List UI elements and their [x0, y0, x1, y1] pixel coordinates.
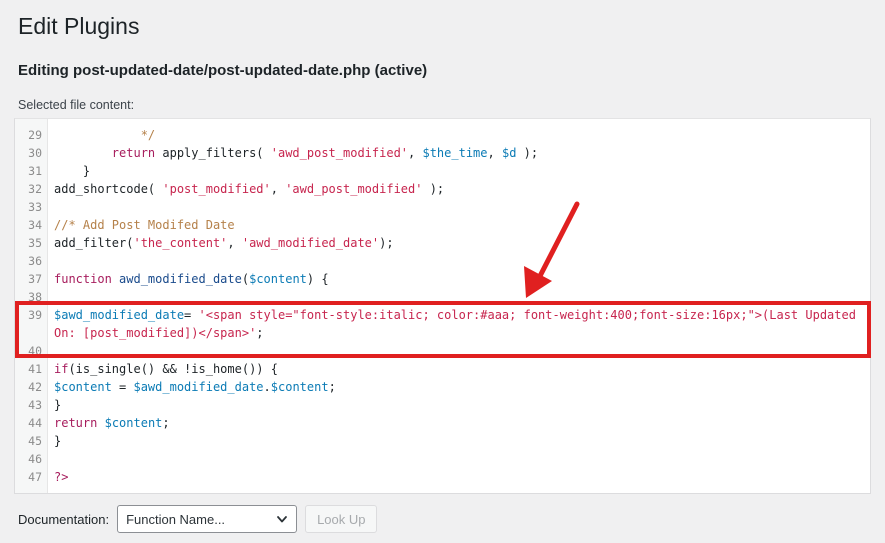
line-number: 44 — [28, 416, 42, 430]
code-token: $content — [270, 380, 329, 394]
code-token: . — [263, 380, 271, 394]
code-token: awd_modified_date — [119, 272, 242, 286]
line-number: 43 — [28, 398, 42, 412]
edit-plugins-page: Edit Plugins Editing post-updated-date/p… — [0, 0, 885, 543]
code-token: $awd_modified_date — [54, 308, 185, 322]
code-token: ; — [256, 326, 264, 340]
code-token: ) { — [306, 272, 329, 286]
chevron-down-icon — [277, 516, 287, 523]
line-number: 34 — [28, 218, 42, 232]
code-line-list[interactable]: */ return apply_filters( 'awd_post_modif… — [49, 126, 870, 486]
code-token: //* Add Post Modifed Date — [54, 218, 235, 232]
code-token: if — [54, 362, 69, 376]
editing-file-heading: Editing post-updated-date/post-updated-d… — [18, 62, 428, 79]
code-token: ); — [422, 182, 445, 196]
code-token: ( — [241, 272, 250, 286]
code-line[interactable]: if(is_single() && !is_home()) { — [49, 360, 870, 378]
function-name-select[interactable]: Function Name... — [117, 505, 298, 533]
code-line[interactable]: return apply_filters( 'awd_post_modified… — [49, 144, 870, 162]
code-line[interactable]: } — [49, 396, 870, 414]
code-token: add_filter( — [54, 236, 134, 250]
code-text-area[interactable]: */ return apply_filters( 'awd_post_modif… — [49, 119, 870, 493]
code-line[interactable] — [49, 198, 870, 216]
code-token: $awd_modified_date — [133, 380, 264, 394]
line-number: 29 — [28, 128, 42, 142]
code-token: $the_time — [422, 146, 488, 160]
code-token: (is_single() && !is_home()) { — [68, 362, 278, 376]
code-line[interactable]: $content = $awd_modified_date.$content; — [49, 378, 870, 396]
line-number: 45 — [28, 434, 42, 448]
code-token: return — [111, 146, 156, 160]
code-token: ; — [328, 380, 336, 394]
code-token: } — [54, 398, 62, 412]
page-title: Edit Plugins — [18, 13, 140, 39]
selected-file-content-label: Selected file content: — [18, 98, 135, 112]
code-token: $content — [54, 380, 112, 394]
code-token: $d — [501, 146, 517, 160]
code-token: 'awd_modified_date' — [241, 236, 380, 250]
code-token: , — [270, 182, 286, 196]
function-name-select-value: Function Name... — [126, 511, 226, 527]
code-line[interactable]: function awd_modified_date($content) { — [49, 270, 870, 288]
line-number: 32 — [28, 182, 42, 196]
line-number: 37 — [28, 272, 42, 286]
code-editor[interactable]: 29 30 31 32 33 34 35 36 37 38 39 40 41 42 43 44 45 46 47 *… — [14, 118, 871, 494]
line-number: 42 — [28, 380, 42, 394]
code-token: ?> — [54, 470, 69, 484]
code-token: } — [54, 434, 62, 448]
code-line[interactable]: //* Add Post Modifed Date — [49, 216, 870, 234]
line-number-list: 29 30 31 32 33 34 35 36 37 38 39 40 41 42 43 44 45 46 47 — [15, 126, 48, 486]
code-token: function — [54, 272, 112, 286]
code-token: ); — [379, 236, 394, 250]
code-token: 'awd_post_modified' — [285, 182, 423, 196]
code-line[interactable]: add_shortcode( 'post_modified', 'awd_pos… — [49, 180, 870, 198]
code-token: */ — [54, 128, 156, 142]
code-line[interactable] — [49, 450, 870, 468]
documentation-row: Documentation: Function Name... Look Up — [18, 505, 378, 533]
code-line[interactable]: } — [49, 432, 870, 450]
documentation-label: Documentation: — [18, 511, 110, 527]
code-line[interactable] — [49, 342, 870, 360]
line-number: 41 — [28, 362, 42, 376]
code-token: = — [111, 380, 134, 394]
code-token: 'the_content' — [133, 236, 228, 250]
look-up-button[interactable]: Look Up — [305, 505, 378, 533]
line-number: 33 — [28, 200, 42, 214]
line-number: 47 — [28, 470, 42, 484]
code-token: ; — [162, 416, 170, 430]
line-number: 38 — [28, 290, 42, 304]
line-number: 35 — [28, 236, 42, 250]
line-number: 30 — [28, 146, 42, 160]
code-token: , — [408, 146, 423, 160]
code-token: apply_filters( — [155, 146, 271, 160]
code-token: return — [54, 416, 98, 430]
code-line[interactable]: $awd_modified_date= '<span style="font-s… — [49, 306, 870, 342]
code-line[interactable]: add_filter('the_content', 'awd_modified_… — [49, 234, 870, 252]
code-token: $content — [249, 272, 307, 286]
code-token: , — [487, 146, 502, 160]
line-number: 46 — [28, 452, 42, 466]
code-token: } — [54, 164, 91, 178]
line-number: 36 — [28, 254, 42, 268]
line-number: 31 — [28, 164, 42, 178]
code-token: ); — [516, 146, 539, 160]
line-number: 40 — [28, 344, 42, 358]
code-token: 'awd_post_modified' — [270, 146, 409, 160]
code-line[interactable] — [49, 252, 870, 270]
code-token: = — [184, 308, 199, 322]
code-token: $content — [104, 416, 163, 430]
line-number: 39 — [28, 308, 42, 322]
code-line[interactable]: return $content; — [49, 414, 870, 432]
code-line[interactable]: } — [49, 162, 870, 180]
code-line[interactable]: */ — [49, 126, 870, 144]
code-line[interactable]: ?> — [49, 468, 870, 486]
code-token: , — [227, 236, 242, 250]
code-token: add_shortcode( — [54, 182, 163, 196]
code-token: 'post_modified' — [162, 182, 271, 196]
code-line[interactable] — [49, 288, 870, 306]
